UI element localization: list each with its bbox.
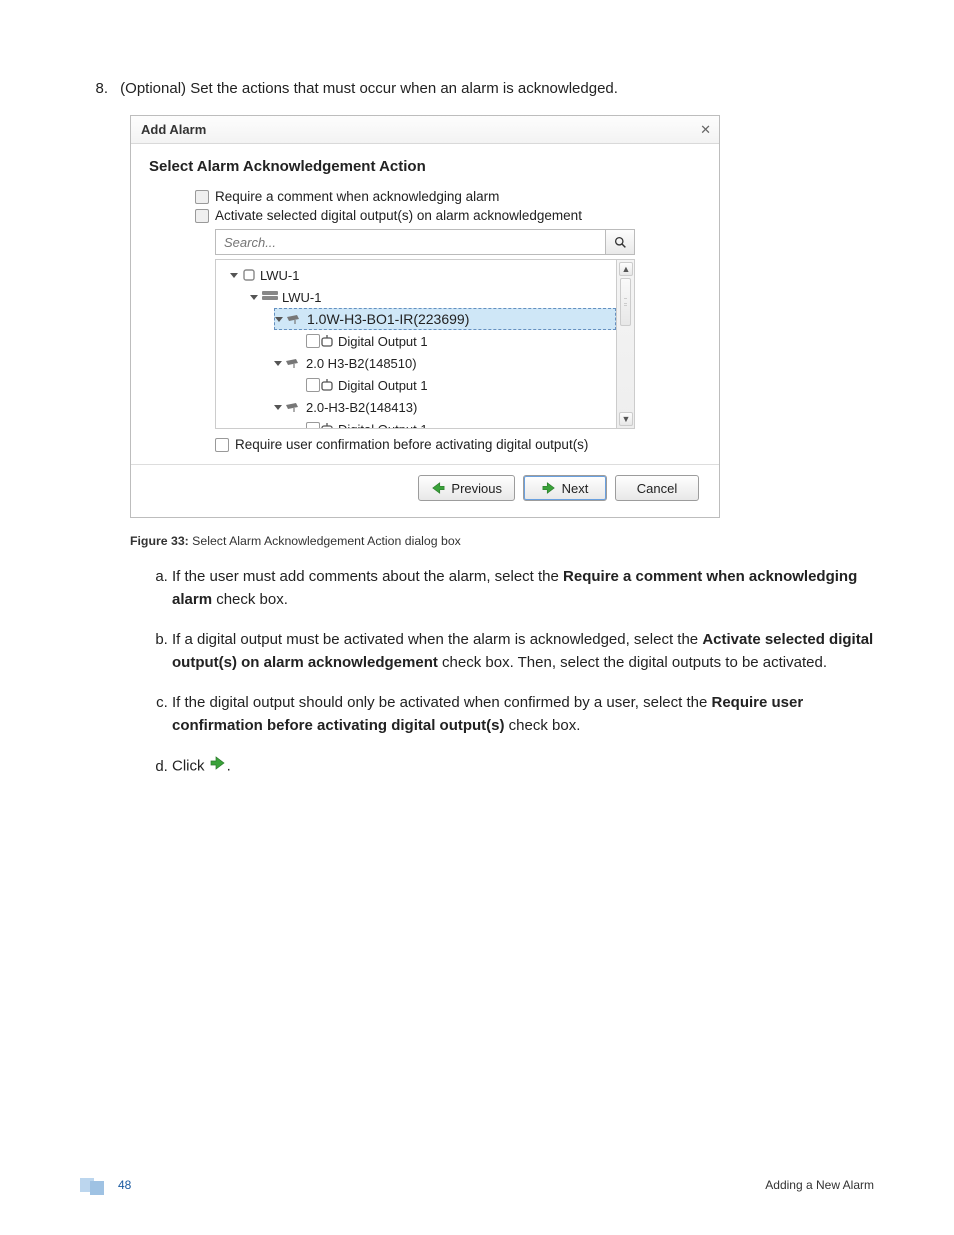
tree-camera-3[interactable]: 2.0-H3-B2(148413): [216, 396, 616, 418]
tree-scrollbar[interactable]: ▲ ▼: [616, 260, 634, 428]
footer-logo-icon: [80, 1175, 104, 1195]
substep-d: Click .: [172, 755, 874, 779]
tree-output-1-label: Digital Output 1: [338, 334, 428, 349]
camera-icon: [287, 313, 303, 325]
add-alarm-dialog: Add Alarm ✕ Select Alarm Acknowledgement…: [130, 115, 720, 518]
cancel-button[interactable]: Cancel: [615, 475, 699, 501]
tree-server[interactable]: LWU-1: [216, 286, 616, 308]
tree-camera-1[interactable]: 1.0W-H3-BO1-IR(223699): [274, 308, 616, 330]
checkbox-icon: [215, 438, 229, 452]
substep-b-text-1: If a digital output must be activated wh…: [172, 631, 702, 648]
figure-caption-lead: Figure 33:: [130, 534, 189, 548]
tree-output-2[interactable]: Digital Output 1: [216, 374, 616, 396]
dialog-button-row: Previous Next Cancel: [149, 475, 701, 505]
step-8-number: 8.: [84, 80, 108, 97]
substep-c-text-1: If the digital output should only be act…: [172, 694, 712, 711]
tree-camera-2[interactable]: 2.0 H3-B2(148510): [216, 352, 616, 374]
tree-output-2-label: Digital Output 1: [338, 378, 428, 393]
dialog-figure: Add Alarm ✕ Select Alarm Acknowledgement…: [130, 115, 874, 518]
substep-d-text-1: Click: [172, 758, 209, 775]
dialog-separator: [131, 464, 719, 465]
device-tree: LWU-1 LWU-1 1.0W-H3-BO1-IR(223699): [215, 259, 635, 429]
checkbox-icon: [195, 209, 209, 223]
tree-camera-2-label: 2.0 H3-B2(148510): [306, 356, 417, 371]
output-icon: [320, 334, 334, 348]
previous-button-label: Previous: [451, 481, 502, 496]
substep-b-text-2: check box. Then, select the digital outp…: [438, 654, 827, 671]
camera-icon: [286, 401, 302, 413]
substep-c: If the digital output should only be act…: [172, 692, 874, 737]
substep-c-text-2: check box.: [505, 717, 581, 734]
substep-b: If a digital output must be activated wh…: [172, 629, 874, 674]
search-icon: [614, 236, 627, 249]
substep-d-text-2: .: [227, 758, 231, 775]
page-number: 48: [118, 1178, 131, 1192]
close-icon[interactable]: ✕: [700, 116, 711, 144]
cancel-button-label: Cancel: [637, 481, 677, 496]
previous-button[interactable]: Previous: [418, 475, 515, 501]
step-8-line: 8. (Optional) Set the actions that must …: [116, 80, 874, 97]
footer-section-title: Adding a New Alarm: [765, 1178, 874, 1192]
checkbox-require-confirmation-label: Require user confirmation before activat…: [235, 437, 588, 452]
checkbox-require-comment-label: Require a comment when acknowledging ala…: [215, 189, 499, 204]
output-icon: [320, 378, 334, 392]
caret-icon: [230, 273, 238, 278]
caret-icon: [250, 295, 258, 300]
tree-camera-1-label: 1.0W-H3-BO1-IR(223699): [307, 311, 469, 327]
arrow-left-icon: [431, 481, 445, 495]
figure-caption-text: Select Alarm Acknowledgement Action dial…: [189, 534, 461, 548]
server-icon: [262, 291, 278, 303]
camera-icon: [286, 357, 302, 369]
arrow-right-icon: [542, 481, 556, 495]
dialog-titlebar: Add Alarm ✕: [131, 116, 719, 144]
dialog-heading: Select Alarm Acknowledgement Action: [149, 158, 701, 175]
tree-root-label: LWU-1: [260, 268, 299, 283]
checkbox-activate-outputs[interactable]: Activate selected digital output(s) on a…: [195, 208, 701, 223]
checkbox-require-comment[interactable]: Require a comment when acknowledging ala…: [195, 189, 701, 204]
search-row: [215, 229, 635, 255]
checkbox-activate-outputs-label: Activate selected digital output(s) on a…: [215, 208, 582, 223]
substep-a: If the user must add comments about the …: [172, 566, 874, 611]
checkbox-icon: [306, 378, 320, 392]
scroll-up-icon[interactable]: ▲: [619, 262, 633, 276]
next-button-label: Next: [562, 481, 589, 496]
substeps-list: If the user must add comments about the …: [132, 566, 874, 779]
tree-output-3[interactable]: Digital Output 1: [216, 418, 616, 428]
output-icon: [320, 422, 334, 428]
caret-icon: [274, 361, 282, 366]
search-button[interactable]: [605, 229, 635, 255]
scroll-thumb[interactable]: [620, 278, 631, 326]
tree-server-label: LWU-1: [282, 290, 321, 305]
next-button[interactable]: Next: [523, 475, 607, 501]
search-input[interactable]: [215, 229, 605, 255]
checkbox-icon: [195, 190, 209, 204]
step-8-text: (Optional) Set the actions that must occ…: [120, 80, 618, 97]
substep-a-text-1: If the user must add comments about the …: [172, 568, 563, 585]
checkbox-icon: [306, 422, 320, 428]
substep-a-text-2: check box.: [212, 591, 288, 608]
tree-output-1[interactable]: Digital Output 1: [216, 330, 616, 352]
scroll-down-icon[interactable]: ▼: [619, 412, 633, 426]
dialog-title-text: Add Alarm: [141, 116, 206, 144]
caret-icon: [274, 405, 282, 410]
caret-icon: [275, 317, 283, 322]
checkbox-icon: [306, 334, 320, 348]
page-footer: 48 Adding a New Alarm: [80, 1175, 874, 1195]
checkbox-require-confirmation[interactable]: Require user confirmation before activat…: [215, 437, 701, 452]
tree-output-3-label: Digital Output 1: [338, 422, 428, 429]
tree-root[interactable]: LWU-1: [216, 264, 616, 286]
figure-caption: Figure 33: Select Alarm Acknowledgement …: [130, 534, 874, 548]
tree-camera-3-label: 2.0-H3-B2(148413): [306, 400, 417, 415]
site-icon: [242, 268, 256, 282]
next-inline-icon: [209, 755, 227, 779]
